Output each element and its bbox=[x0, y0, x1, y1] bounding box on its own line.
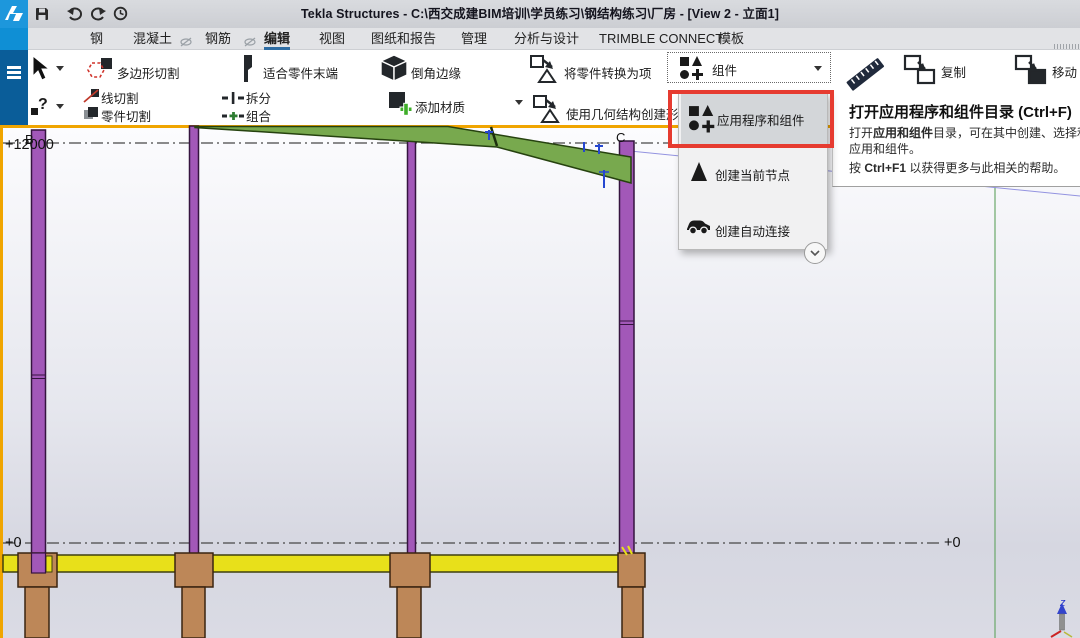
split-label[interactable]: 拆分 bbox=[246, 88, 271, 107]
move-icon[interactable] bbox=[1014, 54, 1050, 91]
move-label[interactable]: 移动 bbox=[1052, 62, 1077, 81]
convert-part-to-item-label[interactable]: 将零件转换为项 bbox=[564, 63, 652, 82]
tab-edit[interactable]: 编辑 bbox=[264, 28, 291, 50]
side-strip bbox=[0, 50, 28, 125]
fit-part-end-label[interactable]: 适合零件末端 bbox=[263, 63, 338, 82]
menu-bar: 钢 混凝土 钢筋 编辑 视图 图纸和报告 管理 分析与设计 TRIMBLE CO… bbox=[28, 28, 1080, 50]
tab-analysis-design[interactable]: 分析与设计 bbox=[514, 28, 579, 50]
beam-end-in-cap bbox=[45, 555, 53, 573]
pier-cap-2[interactable] bbox=[174, 552, 214, 588]
tooltip-line3: 按 Ctrl+F1 以获得更多与此相关的帮助。 bbox=[849, 161, 1066, 175]
elevation-label-zero-right: +0 bbox=[944, 535, 961, 551]
select-cursor-icon[interactable] bbox=[30, 54, 52, 87]
create-shape-icon[interactable] bbox=[532, 94, 564, 129]
add-material-dropdown-caret[interactable] bbox=[515, 100, 523, 105]
fit-part-end-icon[interactable] bbox=[241, 54, 255, 88]
tab-manage[interactable]: 管理 bbox=[461, 28, 487, 50]
tab-concrete[interactable]: 混凝土 bbox=[133, 28, 172, 50]
tab-drawings-reports[interactable]: 图纸和报告 bbox=[371, 28, 436, 50]
pier-4[interactable] bbox=[621, 586, 644, 638]
side-strip-top bbox=[0, 28, 28, 50]
copy-label[interactable]: 复制 bbox=[941, 62, 966, 81]
component-tooltip: 打开应用程序和组件目录 (Ctrl+F) 打开应用和组件目录，可在其中创建、选择… bbox=[832, 95, 1080, 187]
line-cut-icon[interactable] bbox=[83, 88, 100, 108]
column-grid-b[interactable] bbox=[30, 129, 47, 574]
help-square-icon bbox=[31, 108, 38, 115]
tab-view[interactable]: 视图 bbox=[319, 28, 345, 50]
pier-cap-4[interactable] bbox=[617, 552, 646, 588]
part-cut-icon[interactable] bbox=[83, 106, 99, 126]
pier-3[interactable] bbox=[396, 586, 422, 638]
add-material-icon[interactable] bbox=[387, 90, 413, 122]
select-dropdown-caret[interactable] bbox=[56, 66, 64, 71]
ribbon-scrollbar[interactable] bbox=[1054, 44, 1080, 49]
window-title: Tekla Structures - C:\西交成建BIM培训\学员练习\钢结构… bbox=[300, 7, 779, 21]
polygon-cut-icon[interactable] bbox=[84, 57, 114, 88]
column-grid-c[interactable] bbox=[618, 140, 635, 558]
tooltip-title: 打开应用程序和组件目录 (Ctrl+F) bbox=[849, 104, 1072, 121]
elevation-label-zero-left: +0 bbox=[5, 535, 22, 551]
convert-part-to-item-icon[interactable] bbox=[529, 54, 561, 89]
tekla-structures-window: Tekla Structures - C:\西交成建BIM培训\学员练习\钢结构… bbox=[0, 0, 1080, 638]
create-current-joint-label: 创建当前节点 bbox=[715, 169, 791, 183]
component-shapes-icon bbox=[680, 55, 704, 82]
dropdown-expand-button[interactable] bbox=[804, 242, 826, 264]
component-dropdown-caret[interactable] bbox=[814, 66, 822, 71]
grid-label-c: C bbox=[616, 130, 625, 145]
create-auto-connection-icon bbox=[685, 217, 712, 241]
tab-steel[interactable]: 钢 bbox=[90, 28, 103, 50]
part-cut-label[interactable]: 零件切割 bbox=[101, 106, 151, 125]
create-shape-label[interactable]: 使用几何结构创建形状 bbox=[566, 104, 691, 123]
column-3[interactable] bbox=[406, 138, 417, 556]
component-dropdown-menu: 应用程序和组件 创建当前节点 创建自动连接 bbox=[678, 92, 828, 264]
chamfer-edges-icon[interactable] bbox=[379, 53, 409, 88]
menu-item-applications-components[interactable]: 应用程序和组件 bbox=[681, 94, 827, 144]
pier-1[interactable] bbox=[24, 586, 50, 638]
component-button[interactable]: 组件 bbox=[667, 52, 831, 83]
create-current-joint-icon bbox=[691, 162, 707, 181]
measure-ruler-icon[interactable] bbox=[843, 55, 887, 98]
tab-rebar[interactable]: 钢筋 bbox=[205, 28, 231, 50]
create-auto-connection-label: 创建自动连接 bbox=[715, 225, 791, 239]
pier-cap-3[interactable] bbox=[389, 552, 431, 588]
chamfer-edges-label[interactable]: 倒角边缘 bbox=[411, 63, 461, 82]
applications-components-label: 应用程序和组件 bbox=[717, 114, 805, 128]
line-cut-label[interactable]: 线切割 bbox=[101, 88, 139, 107]
model-view-elevation[interactable]: +12000 B C +0 +0 z bbox=[0, 125, 1080, 638]
combine-label[interactable]: 组合 bbox=[246, 106, 271, 125]
column-base-in-cap bbox=[30, 552, 47, 574]
applications-components-icon bbox=[689, 105, 715, 134]
column-2[interactable] bbox=[188, 125, 200, 556]
grid-label-b: B bbox=[25, 132, 34, 147]
component-button-label: 组件 bbox=[712, 64, 738, 78]
title-bar: Tekla Structures - C:\西交成建BIM培训\学员练习\钢结构… bbox=[0, 0, 1080, 28]
help-tool-icon[interactable]: ? bbox=[38, 96, 48, 114]
polygon-cut-label[interactable]: 多边形切割 bbox=[117, 63, 180, 82]
tab-template[interactable]: 模板 bbox=[718, 28, 744, 50]
tab-trimble-connect[interactable]: TRIMBLE CONNECT bbox=[599, 28, 723, 50]
tooltip-line1: 打开应用和组件目录，可在其中创建、选择和管理 bbox=[849, 126, 1080, 140]
pier-2[interactable] bbox=[181, 586, 206, 638]
copy-icon[interactable] bbox=[903, 54, 939, 91]
add-material-label[interactable]: 添加材质 bbox=[415, 97, 465, 116]
split-icon[interactable] bbox=[222, 91, 244, 109]
ground-beam[interactable] bbox=[2, 554, 640, 573]
help-dropdown-caret[interactable] bbox=[56, 104, 64, 109]
tooltip-line2: 应用和组件。 bbox=[849, 142, 922, 156]
